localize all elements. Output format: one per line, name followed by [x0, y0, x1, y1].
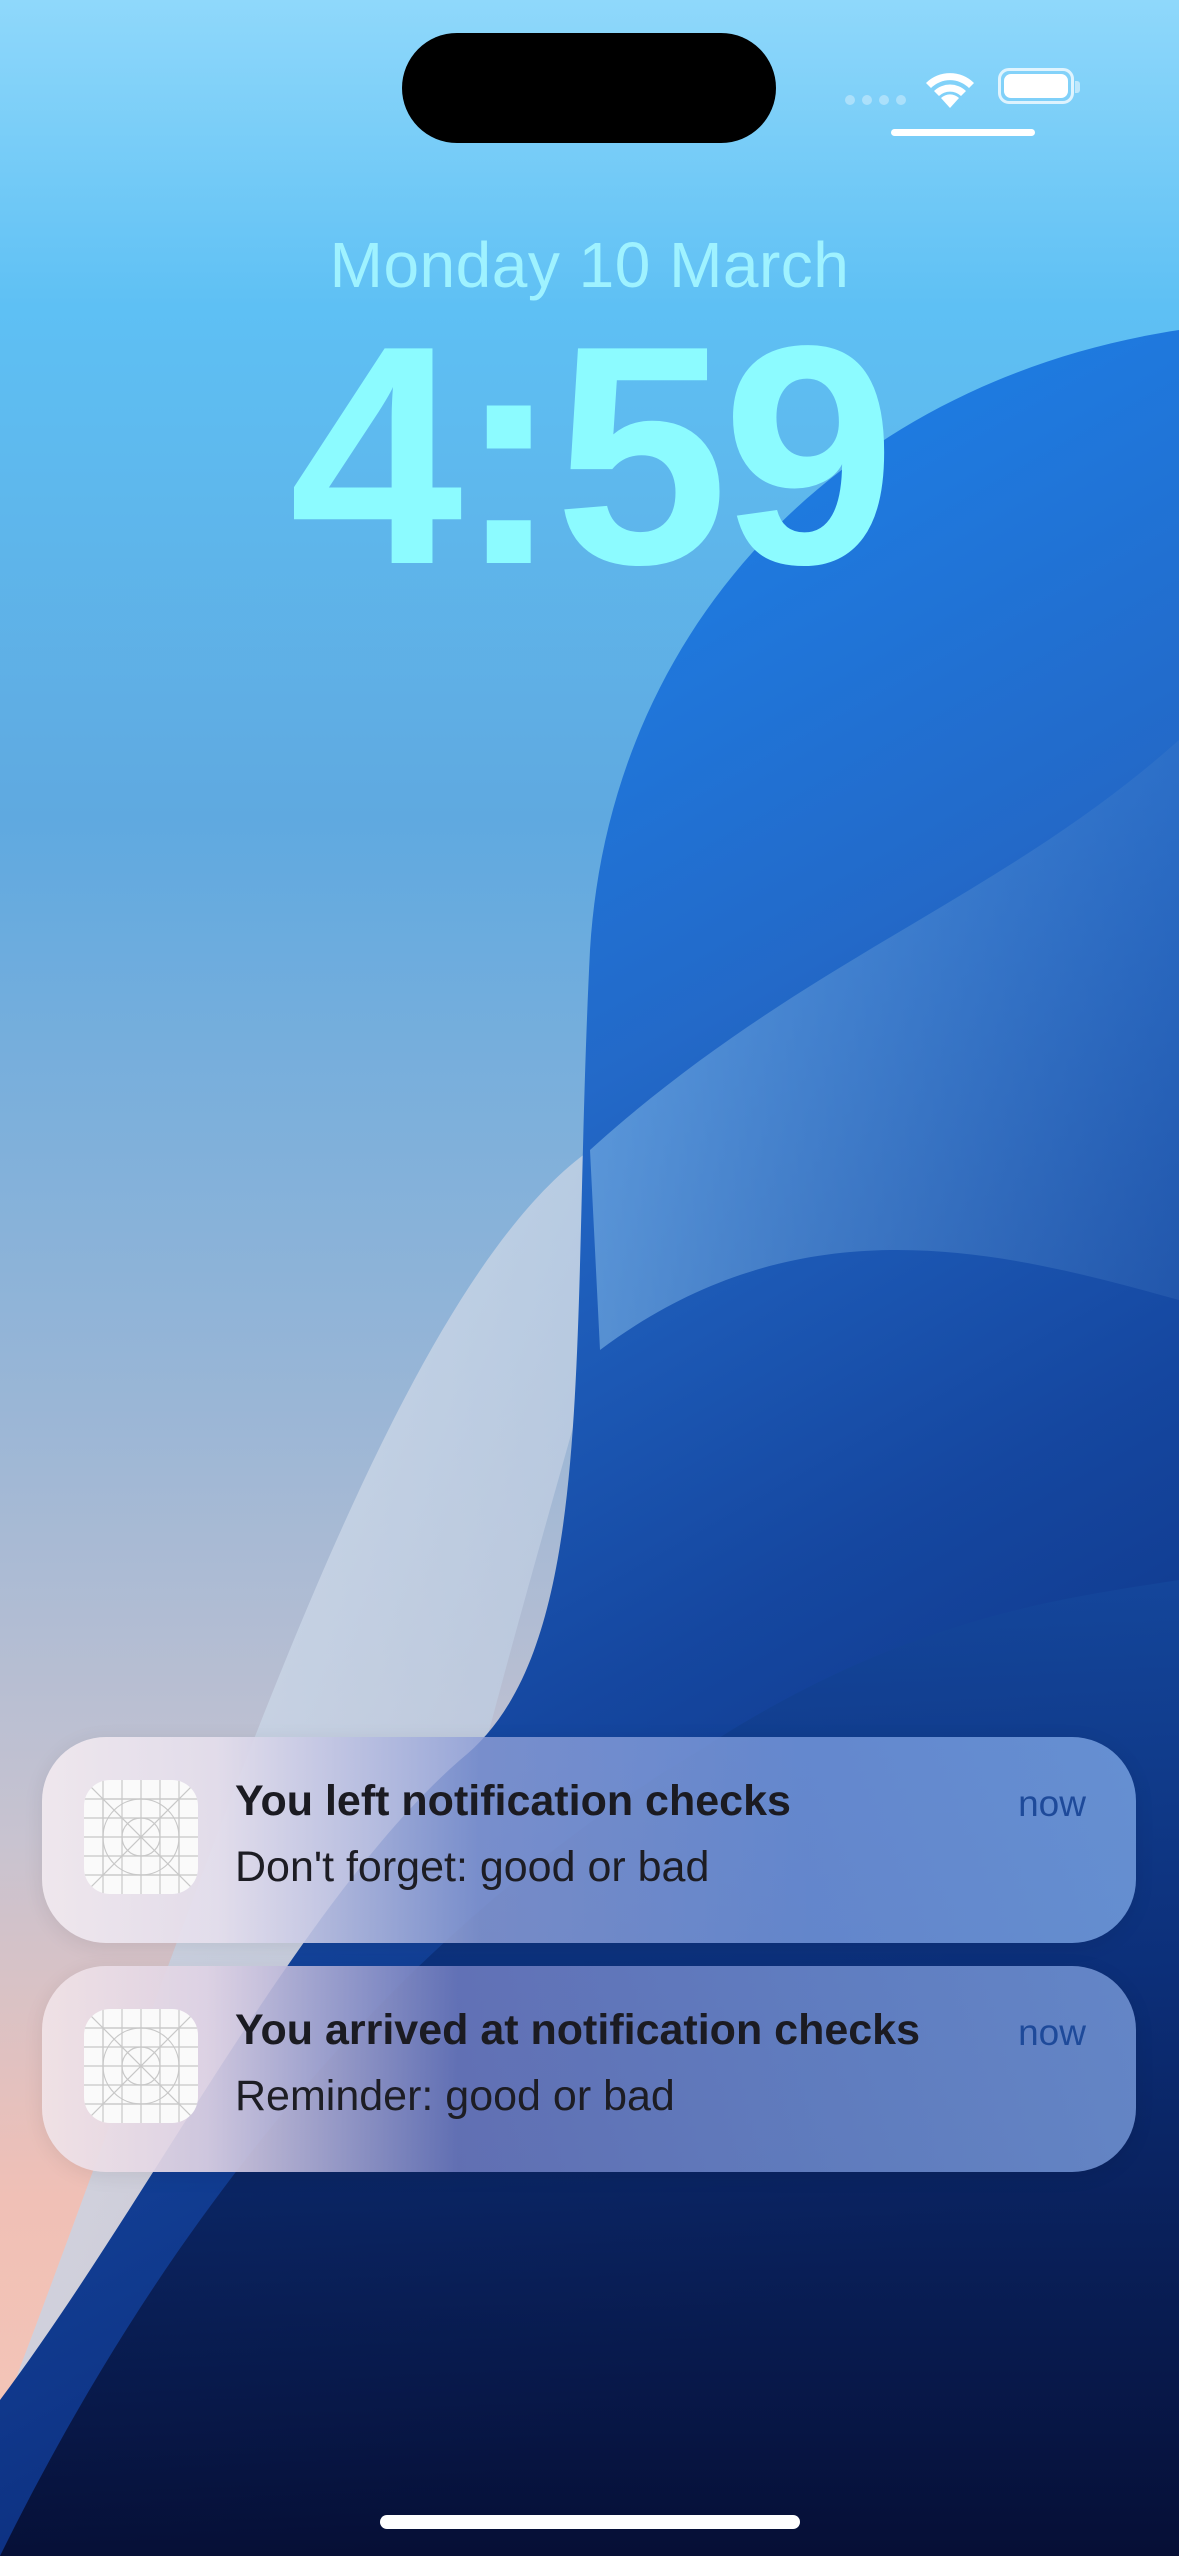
lock-screen-clock: 4:59 [289, 282, 895, 630]
dynamic-island [402, 33, 776, 143]
notification-card[interactable]: You arrived at notification checks Remin… [42, 1966, 1136, 2172]
battery-full-icon [998, 68, 1080, 104]
app-placeholder-grid-icon [84, 1780, 198, 1894]
home-indicator[interactable] [380, 2515, 800, 2529]
app-placeholder-grid-icon [84, 2009, 198, 2123]
cellular-signal-icon [845, 95, 906, 105]
notification-card[interactable]: You left notification checks Don't forge… [42, 1737, 1136, 1943]
status-bar-indicator [891, 129, 1035, 136]
notification-title: You left notification checks [235, 1777, 791, 1825]
wifi-icon [926, 73, 974, 108]
notification-time: now [1018, 1783, 1086, 1824]
notification-title: You arrived at notification checks [235, 2006, 920, 2054]
notification-body: Reminder: good or bad [235, 2072, 675, 2120]
notification-time: now [1018, 2012, 1086, 2053]
notification-body: Don't forget: good or bad [235, 1843, 710, 1891]
